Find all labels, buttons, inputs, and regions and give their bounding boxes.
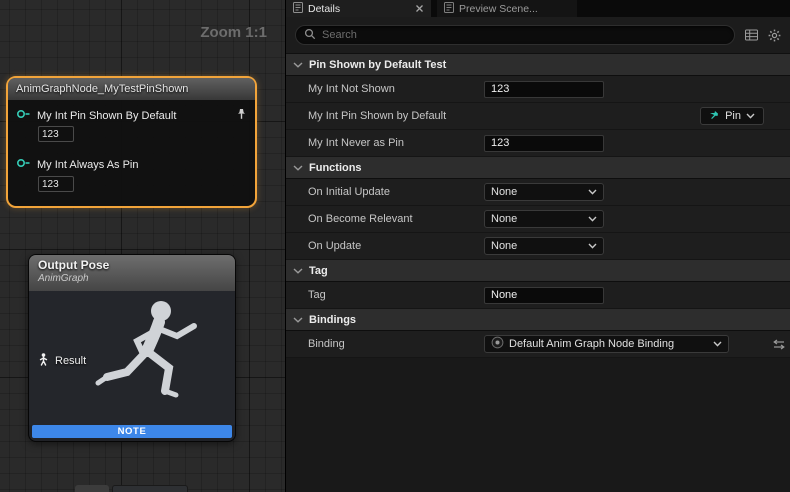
details-panel: Details Preview Scene... [285,0,790,492]
my-int-never-as-pin-input[interactable] [484,135,604,152]
property-row: On Become Relevant None [286,206,790,233]
note-label: NOTE [118,426,147,437]
pin-value-input[interactable] [38,126,74,142]
node-header[interactable]: Output Pose AnimGraph [29,255,235,291]
property-label: On Initial Update [286,186,484,198]
property-label: My Int Never as Pin [286,137,484,149]
partial-node[interactable] [75,485,109,492]
zoom-level-label: Zoom 1:1 [200,24,267,41]
search-icon [304,28,316,43]
pin-value-input[interactable] [38,176,74,192]
property-row: Binding Default Anim Graph Node Binding [286,331,790,358]
node-header[interactable]: AnimGraphNode_MyTestPinShown [8,78,255,100]
chevron-down-icon [293,265,303,277]
mannequin-figure [83,291,233,425]
pin-visibility-dropdown[interactable]: Pin [700,107,764,125]
tab-label: Details [308,3,340,15]
node-subtitle: AnimGraph [38,273,226,284]
pose-person-icon[interactable] [38,353,49,369]
category-title: Functions [309,162,362,174]
result-pin-row[interactable]: Result [38,353,86,369]
dropdown-value: None [491,213,517,225]
pin-icon [709,110,720,123]
binding-icon [491,336,504,352]
chevron-down-icon [293,59,303,71]
property-label: Tag [286,289,484,301]
node-title: AnimGraphNode_MyTestPinShown [16,83,188,95]
tab-well: Details Preview Scene... [286,0,790,17]
dropdown-value: Default Anim Graph Node Binding [509,338,674,350]
category-functions[interactable]: Functions [286,157,790,179]
chevron-down-icon [746,110,755,122]
category-title: Pin Shown by Default Test [309,59,446,71]
property-label: My Int Pin Shown by Default [286,110,484,122]
result-pin-label: Result [55,355,86,367]
search-box[interactable] [295,25,735,45]
unreal-editor-window: Zoom 1:1 AnimGraphNode_MyTestPinShown My… [0,0,790,492]
tab-details[interactable]: Details [286,0,431,17]
property-label: On Update [286,240,484,252]
chevron-down-icon [588,240,597,252]
node-preview-image: Result [29,291,235,425]
tab-label: Preview Scene... [459,3,538,15]
on-initial-update-dropdown[interactable]: None [484,183,604,201]
revert-icon[interactable] [773,339,785,350]
node-title: Output Pose [38,258,226,272]
anim-graph-node[interactable]: AnimGraphNode_MyTestPinShown My Int Pin … [6,76,257,208]
chevron-down-icon [293,162,303,174]
details-toolbar [286,17,790,54]
property-label: Binding [286,338,484,350]
dropdown-value: None [491,186,517,198]
search-input[interactable] [322,29,726,41]
pin-label: My Int Always As Pin [37,159,138,171]
property-row: My Int Never as Pin [286,130,790,157]
display-options-icon[interactable] [745,29,758,41]
dropdown-value: None [491,240,517,252]
category-tag[interactable]: Tag [286,260,790,282]
property-label: My Int Not Shown [286,83,484,95]
node-pin-row: My Int Always As Pin [16,158,247,171]
settings-gear-icon[interactable] [768,29,781,42]
property-row: My Int Pin Shown by Default Pin [286,103,790,130]
chevron-down-icon [713,338,722,350]
tag-input[interactable] [484,287,604,304]
close-tab-icon[interactable] [415,4,424,13]
thumbtack-icon[interactable] [236,108,247,123]
on-become-relevant-dropdown[interactable]: None [484,210,604,228]
graph-editor-canvas[interactable]: Zoom 1:1 AnimGraphNode_MyTestPinShown My… [0,0,285,492]
preview-scene-tab-icon [444,2,454,16]
node-note-bar[interactable]: NOTE [32,425,232,438]
details-tab-icon [293,2,303,16]
tab-preview-scene[interactable]: Preview Scene... [437,0,577,17]
chevron-down-icon [588,186,597,198]
chevron-down-icon [588,213,597,225]
chevron-down-icon [293,314,303,326]
partial-node[interactable] [112,485,188,492]
category-title: Tag [309,265,328,277]
category-pin-shown-by-default-test[interactable]: Pin Shown by Default Test [286,54,790,76]
property-label: On Become Relevant [286,213,484,225]
my-int-not-shown-input[interactable] [484,81,604,98]
int-pin-icon[interactable] [16,109,31,122]
int-pin-icon[interactable] [16,158,31,171]
property-row: My Int Not Shown [286,76,790,103]
on-update-dropdown[interactable]: None [484,237,604,255]
property-row: On Initial Update None [286,179,790,206]
property-row: On Update None [286,233,790,260]
pin-label: My Int Pin Shown By Default [37,110,176,122]
property-row: Tag [286,282,790,309]
output-pose-node[interactable]: Output Pose AnimGraph [28,254,236,442]
category-bindings[interactable]: Bindings [286,309,790,331]
node-pin-row: My Int Pin Shown By Default [16,108,247,123]
category-title: Bindings [309,314,356,326]
binding-dropdown[interactable]: Default Anim Graph Node Binding [484,335,729,353]
pin-dropdown-value: Pin [725,110,741,122]
